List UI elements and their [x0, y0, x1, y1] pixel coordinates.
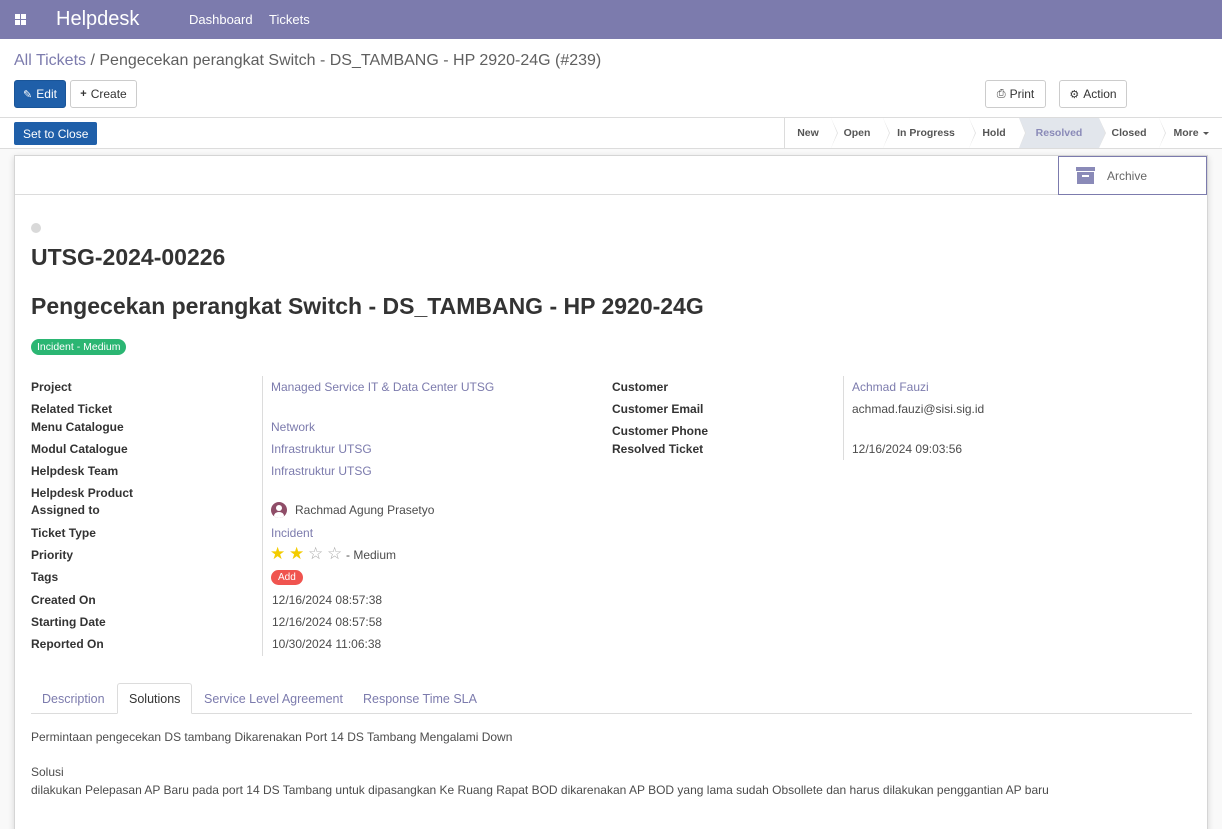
- nav-dashboard[interactable]: Dashboard: [189, 12, 253, 27]
- customer-value[interactable]: Achmad Fauzi: [852, 380, 929, 394]
- apps-grid-icon[interactable]: [15, 14, 26, 25]
- create-button-label: Create: [90, 87, 127, 101]
- created-on-value: 12/16/2024 08:57:38: [272, 593, 383, 607]
- notebook-tabs: Description Solutions Service Level Agre…: [31, 683, 1192, 714]
- set-to-close-button[interactable]: Set to Close: [14, 122, 98, 145]
- add-tag-button[interactable]: Add: [271, 570, 303, 585]
- customer-label: Customer: [612, 380, 669, 394]
- solutions-text-line: Permintaan pengecekan DS tambang Dikaren…: [31, 730, 513, 744]
- customer-email-label: Customer Email: [612, 402, 704, 416]
- form-sheet: Archive UTSG-2024-00226 Pengecekan peran…: [14, 155, 1208, 829]
- stage-resolved[interactable]: Resolved: [1019, 118, 1106, 148]
- helpdesk-team-label: Helpdesk Team: [31, 464, 119, 478]
- ticket-type-value[interactable]: Incident: [271, 526, 313, 540]
- app-brand[interactable]: Helpdesk: [56, 8, 139, 31]
- stage-hold[interactable]: Hold: [969, 118, 1026, 148]
- customer-phone-label: Customer Phone: [612, 424, 709, 438]
- gear-icon: ⚙: [1069, 88, 1080, 101]
- create-button[interactable]: + Create: [70, 80, 137, 108]
- top-navbar: Helpdesk Dashboard Tickets: [0, 0, 1222, 39]
- caret-down-icon: [1202, 131, 1209, 135]
- starting-date-label: Starting Date: [31, 615, 106, 629]
- tags-label: Tags: [31, 570, 59, 584]
- breadcrumb: All Tickets / Pengecekan perangkat Switc…: [14, 52, 601, 70]
- breadcrumb-all-tickets[interactable]: All Tickets: [14, 52, 86, 69]
- priority-text: - Medium: [346, 548, 397, 562]
- menu-catalogue-value[interactable]: Network: [271, 420, 315, 434]
- ticket-title: Pengecekan perangkat Switch - DS_TAMBANG…: [31, 293, 704, 319]
- ticket-type-badge: Incident - Medium: [31, 339, 127, 355]
- tab-response-time-sla[interactable]: Response Time SLA: [352, 683, 488, 714]
- assigned-to-label: Assigned to: [31, 503, 100, 517]
- edit-button[interactable]: ✎ Edit: [14, 80, 66, 108]
- stage-pipeline: New Open In Progress Hold Resolved Close…: [784, 118, 1222, 148]
- plus-icon: +: [80, 88, 87, 100]
- ticket-type-label: Ticket Type: [31, 526, 96, 540]
- pencil-icon: ✎: [23, 88, 33, 101]
- solutions-text-line: Solusi: [31, 765, 64, 779]
- helpdesk-product-label: Helpdesk Product: [31, 486, 134, 500]
- resolved-ticket-value: 12/16/2024 09:03:56: [852, 442, 963, 456]
- status-bar: Set to Close New Open In Progress Hold R…: [0, 118, 1222, 149]
- priority-label: Priority: [31, 548, 74, 562]
- reported-on-label: Reported On: [31, 637, 104, 651]
- created-on-label: Created On: [31, 593, 96, 607]
- kanban-state-dot[interactable]: [31, 223, 41, 233]
- smart-button-box: Archive: [15, 156, 1207, 195]
- star-filled-icon[interactable]: ★: [289, 545, 304, 562]
- action-button-label: Action: [1083, 87, 1117, 101]
- tab-solutions[interactable]: Solutions: [117, 683, 193, 714]
- modul-catalogue-value[interactable]: Infrastruktur UTSG: [271, 442, 372, 456]
- menu-catalogue-label: Menu Catalogue: [31, 420, 124, 434]
- star-filled-icon[interactable]: ★: [270, 545, 285, 562]
- nav-tickets[interactable]: Tickets: [269, 12, 310, 27]
- stage-in-progress[interactable]: In Progress: [883, 118, 976, 148]
- project-value[interactable]: Managed Service IT & Data Center UTSG: [271, 380, 494, 394]
- stage-more-label: More: [1173, 127, 1199, 139]
- solutions-text-line: dilakukan Pelepasan AP Baru pada port 14…: [31, 783, 1049, 797]
- tab-description[interactable]: Description: [31, 683, 116, 714]
- star-empty-icon[interactable]: ☆: [308, 545, 323, 562]
- stage-more-dropdown[interactable]: More: [1159, 118, 1222, 148]
- resolved-ticket-label: Resolved Ticket: [612, 442, 704, 456]
- archive-button[interactable]: Archive: [1058, 156, 1207, 195]
- project-label: Project: [31, 380, 72, 394]
- modul-catalogue-label: Modul Catalogue: [31, 442, 128, 456]
- action-button[interactable]: ⚙ Action: [1059, 80, 1127, 108]
- avatar: [271, 502, 287, 518]
- left-group-divider: [262, 376, 263, 656]
- stage-closed[interactable]: Closed: [1099, 118, 1166, 148]
- customer-email-value: achmad.fauzi@sisi.sig.id: [852, 402, 985, 416]
- star-empty-icon[interactable]: ☆: [327, 545, 342, 562]
- printer-icon: ⎙: [996, 87, 1006, 100]
- control-panel: All Tickets / Pengecekan perangkat Switc…: [0, 39, 1222, 118]
- ticket-number: UTSG-2024-00226: [31, 244, 226, 270]
- stage-new[interactable]: New: [785, 118, 838, 148]
- print-button[interactable]: ⎙ Print: [985, 80, 1046, 108]
- stage-open[interactable]: Open: [831, 118, 890, 148]
- related-ticket-label: Related Ticket: [31, 402, 113, 416]
- breadcrumb-current: Pengecekan perangkat Switch - DS_TAMBANG…: [99, 52, 602, 69]
- starting-date-value: 12/16/2024 08:57:58: [272, 615, 383, 629]
- reported-on-value: 10/30/2024 11:06:38: [272, 637, 382, 651]
- right-group-divider: [843, 376, 844, 460]
- print-button-label: Print: [1009, 87, 1035, 101]
- archive-box-icon: [1076, 167, 1095, 184]
- helpdesk-team-value[interactable]: Infrastruktur UTSG: [271, 464, 372, 478]
- tab-service-level-agreement[interactable]: Service Level Agreement: [193, 683, 354, 714]
- assigned-to-value[interactable]: Rachmad Agung Prasetyo: [295, 503, 434, 517]
- archive-label: Archive: [1107, 168, 1148, 183]
- edit-button-label: Edit: [36, 87, 57, 101]
- breadcrumb-separator: /: [90, 52, 95, 69]
